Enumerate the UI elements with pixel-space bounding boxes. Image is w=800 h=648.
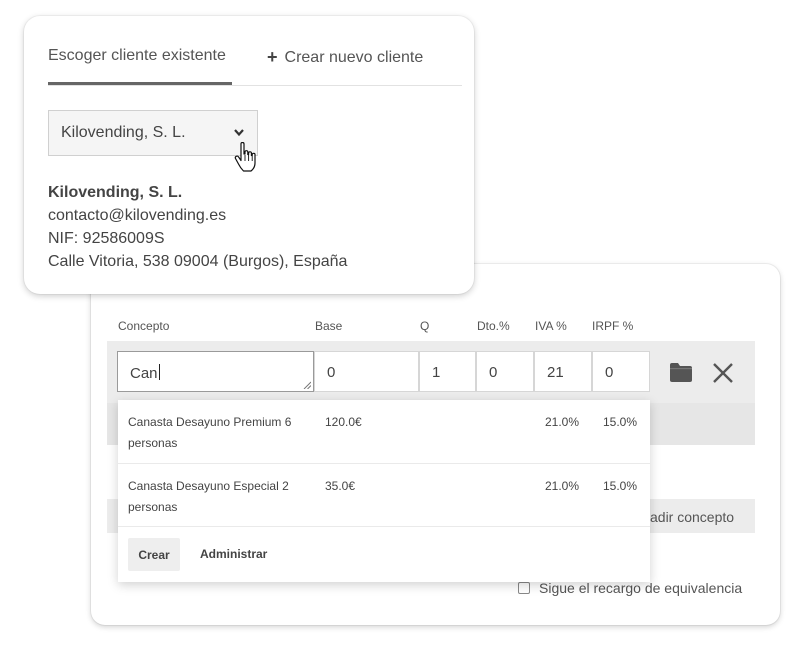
column-header-iva: IVA % (535, 319, 567, 333)
column-header-irpf: IRPF % (592, 319, 634, 333)
discount-input-value: 0 (489, 364, 498, 381)
tab-new-client[interactable]: + Crear nuevo cliente (267, 47, 423, 68)
surcharge-checkbox-row[interactable]: Sigue el recargo de equivalencia (518, 580, 742, 596)
suggestion-iva: 21.0% (545, 415, 580, 429)
suggestion-iva: 21.0% (545, 479, 580, 493)
column-header-concept: Concepto (118, 319, 170, 333)
suggestion-price: 35.0€ (325, 479, 356, 493)
base-input[interactable]: 0 (314, 351, 419, 392)
suggestion-irpf: 15.0% (603, 479, 638, 493)
text-caret (158, 364, 160, 380)
concept-input[interactable]: Can (117, 351, 314, 392)
column-header-base: Base (315, 319, 343, 333)
stage: Concepto Base Q Dto.% IVA % IRPF % Can 0… (0, 0, 800, 648)
qty-input[interactable]: 1 (419, 351, 476, 392)
client-address: Calle Vitoria, 538 09004 (Burgos), Españ… (48, 253, 348, 270)
client-name: Kilovending, S. L. (48, 184, 183, 201)
client-select[interactable]: Kilovending, S. L. (48, 110, 258, 156)
base-input-value: 0 (327, 364, 336, 381)
iva-input[interactable]: 21 (534, 351, 592, 392)
suggestion-item[interactable]: Canasta Desayuno Especial 2 personas 35.… (118, 463, 650, 526)
tab-new-client-label: Crear nuevo cliente (284, 48, 424, 66)
concept-suggestions-dropdown: Canasta Desayuno Premium 6 personas 120.… (118, 400, 650, 582)
suggestion-name: Canasta Desayuno Especial 2 personas (128, 479, 289, 514)
client-nif: NIF: 92586009S (48, 230, 165, 247)
client-details: Kilovending, S. L. contacto@kilovending.… (48, 181, 347, 273)
tab-existing-client[interactable]: Escoger cliente existente (48, 47, 226, 65)
concept-input-value: Can (130, 365, 158, 382)
iva-input-value: 21 (547, 364, 564, 381)
irpf-input-value: 0 (605, 364, 614, 381)
add-concept-label: adir concepto (650, 509, 735, 525)
qty-input-value: 1 (432, 364, 441, 381)
surcharge-checkbox[interactable] (518, 582, 530, 594)
plus-icon: + (267, 47, 278, 67)
column-header-qty: Q (420, 319, 430, 333)
column-header-discount: Dto.% (477, 319, 510, 333)
client-select-value: Kilovending, S. L. (61, 124, 186, 141)
tab-divider (48, 85, 462, 86)
suggestions-footer: Crear Administrar (118, 526, 650, 582)
surcharge-label: Sigue el recargo de equivalencia (539, 580, 743, 596)
resize-grip-icon[interactable] (303, 381, 311, 389)
suggestion-name: Canasta Desayuno Premium 6 personas (128, 415, 292, 450)
suggestion-price: 120.0€ (325, 415, 362, 429)
irpf-input[interactable]: 0 (592, 351, 650, 392)
create-concept-button[interactable]: Crear (128, 538, 180, 571)
manage-concepts-button[interactable]: Administrar (200, 547, 267, 561)
client-email: contacto@kilovending.es (48, 207, 227, 224)
suggestion-irpf: 15.0% (603, 415, 638, 429)
folder-icon[interactable] (670, 362, 692, 382)
close-icon[interactable] (712, 362, 734, 384)
chevron-down-icon (234, 129, 244, 137)
discount-input[interactable]: 0 (476, 351, 534, 392)
hand-cursor-icon (234, 142, 256, 172)
suggestion-item[interactable]: Canasta Desayuno Premium 6 personas 120.… (118, 400, 650, 463)
